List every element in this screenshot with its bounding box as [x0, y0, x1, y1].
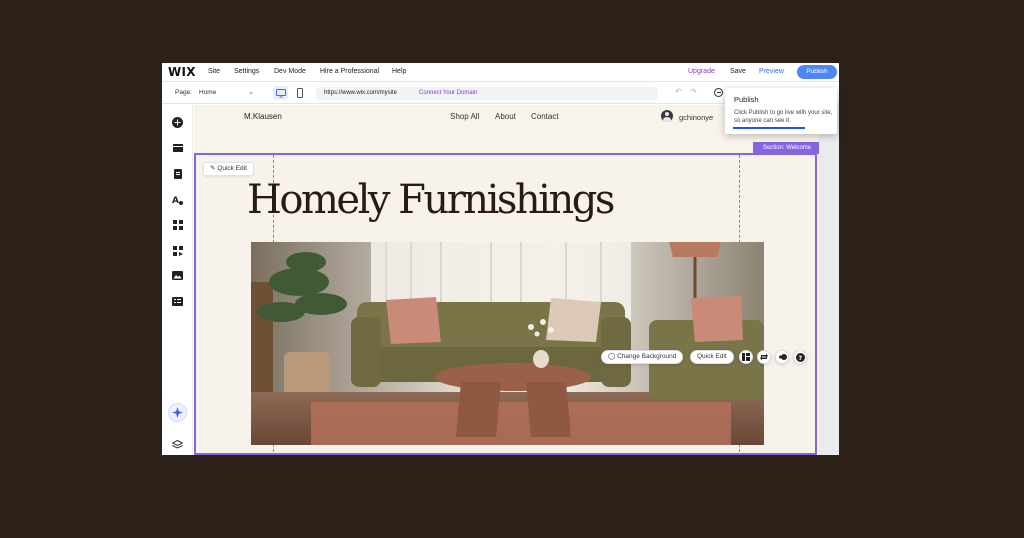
save-button[interactable]: Save — [730, 68, 746, 75]
nav-about[interactable]: About — [495, 112, 516, 121]
menu-hire-professional[interactable]: Hire a Professional — [320, 68, 379, 75]
help-icon[interactable]: ? — [793, 350, 807, 364]
nav-shop-all[interactable]: Shop All — [450, 112, 479, 121]
mobile-view-icon[interactable] — [292, 86, 307, 100]
left-sidebar: A — [162, 105, 193, 455]
editor-canvas[interactable]: M.Klausen Shop All About Contact gchinon… — [194, 105, 819, 455]
pages-icon[interactable] — [171, 167, 184, 180]
hero-photo[interactable] — [251, 242, 764, 445]
quick-edit-floating-button[interactable]: Quick Edit — [690, 350, 734, 364]
url-bar[interactable]: https://www.wix.com/mysite Connect Your … — [316, 87, 658, 100]
business-icon[interactable] — [171, 244, 184, 257]
site-url: https://www.wix.com/mysite — [324, 90, 398, 96]
ai-assistant-icon[interactable] — [168, 403, 187, 422]
apps-icon[interactable] — [171, 218, 184, 231]
user-avatar-icon[interactable] — [661, 110, 673, 122]
zoom-out-icon[interactable] — [714, 88, 723, 97]
tooltip-title: Publish — [734, 95, 759, 104]
background-swatch-icon: ◯ — [608, 353, 618, 360]
chevron-down-icon[interactable]: ⌄ — [248, 88, 254, 96]
connect-domain-link[interactable]: Connect Your Domain — [419, 90, 477, 96]
page-label: Page: — [175, 89, 192, 96]
menu-settings[interactable]: Settings — [234, 68, 259, 75]
desktop-view-icon[interactable] — [273, 86, 288, 100]
nav-contact[interactable]: Contact — [531, 112, 559, 121]
hero-heading[interactable]: Homely Furnishings — [247, 177, 615, 223]
page-selector[interactable]: Home — [199, 89, 216, 96]
change-background-label: Change Background — [617, 353, 677, 360]
undo-icon[interactable]: ↶ — [675, 87, 682, 96]
swap-icon[interactable] — [757, 350, 771, 364]
cms-icon[interactable] — [171, 295, 184, 308]
wix-logo[interactable]: WIX — [168, 65, 196, 79]
site-brand[interactable]: M.Klausen — [244, 112, 282, 121]
site-username[interactable]: gchinonye — [679, 113, 713, 122]
living-room-image — [251, 242, 764, 445]
top-menu-bar: WIX Site Settings Dev Mode Hire a Profes… — [162, 63, 839, 82]
preview-button[interactable]: Preview — [759, 68, 784, 75]
media-icon[interactable] — [171, 269, 184, 282]
animation-icon[interactable] — [775, 350, 789, 364]
tooltip-body: Click Publish to go live with your site,… — [734, 110, 833, 124]
theme-icon[interactable]: A — [171, 193, 184, 206]
quick-edit-button[interactable]: ✎ Quick Edit — [203, 162, 254, 176]
publish-button[interactable]: Publish — [797, 65, 837, 79]
svg-text:?: ? — [798, 354, 802, 362]
layout-icon[interactable] — [739, 350, 753, 364]
menu-site[interactable]: Site — [208, 68, 220, 75]
change-background-button[interactable]: ◯ Change Background — [601, 350, 684, 364]
menu-help[interactable]: Help — [392, 68, 406, 75]
publish-tooltip: Publish Click Publish to go live with yo… — [725, 88, 837, 134]
sections-icon[interactable] — [171, 141, 184, 154]
quick-edit-label: Quick Edit — [217, 165, 247, 172]
menu-dev-mode[interactable]: Dev Mode — [274, 68, 306, 75]
right-panel-strip — [819, 105, 839, 455]
tooltip-highlight-underline — [733, 127, 805, 129]
svg-text:A: A — [172, 196, 179, 205]
add-icon[interactable] — [171, 116, 184, 129]
section-label[interactable]: Section: Welcome — [753, 142, 819, 154]
layers-icon[interactable] — [171, 438, 184, 451]
redo-icon[interactable]: ↷ — [690, 87, 697, 96]
section-welcome[interactable]: Section: Welcome ✎ Quick Edit Homely Fur… — [194, 142, 819, 455]
upgrade-link[interactable]: Upgrade — [688, 68, 715, 75]
